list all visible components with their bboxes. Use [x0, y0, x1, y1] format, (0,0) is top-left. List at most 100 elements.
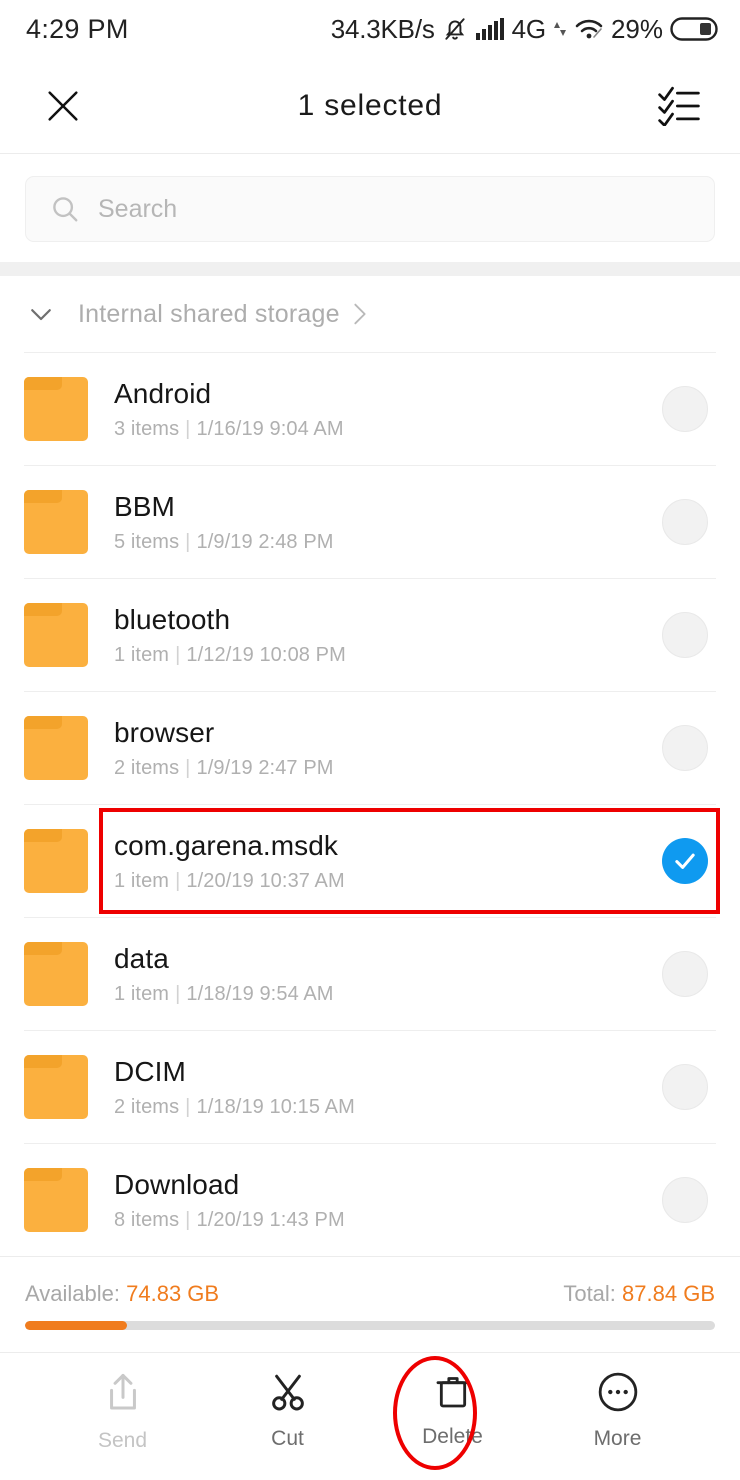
folder-icon	[24, 829, 88, 893]
folder-icon	[24, 490, 88, 554]
checkbox-unchecked[interactable]	[662, 1064, 708, 1110]
search-input[interactable]: Search	[98, 195, 177, 224]
file-name: BBM	[114, 490, 175, 522]
search-area: Search	[0, 154, 740, 262]
file-row[interactable]: data 1 item | 1/18/19 9:54 AM	[0, 918, 740, 1030]
breadcrumb-label: Internal shared storage	[78, 299, 340, 328]
file-date: 1/12/19 10:08 PM	[186, 644, 346, 667]
available-label: Available:	[25, 1281, 120, 1306]
toolbar-button-cut[interactable]: Cut	[223, 1353, 353, 1451]
action-toolbar: Send Cut Delete More	[0, 1352, 740, 1480]
checkbox-checked[interactable]	[662, 838, 708, 884]
section-divider-band	[0, 262, 740, 276]
total-value: 87.84 GB	[622, 1281, 715, 1306]
toolbar-button-label: More	[593, 1427, 642, 1450]
file-row[interactable]: BBM 5 items | 1/9/19 2:48 PM	[0, 466, 740, 578]
checkbox-unchecked[interactable]	[662, 1177, 708, 1223]
file-item-count: 1 item	[114, 983, 170, 1006]
file-subtitle: 3 items | 1/16/19 9:04 AM	[114, 418, 662, 441]
file-info: DCIM 2 items | 1/18/19 10:15 AM	[114, 1055, 662, 1120]
file-item-count: 3 items	[114, 418, 180, 441]
folder-icon	[24, 377, 88, 441]
toolbar-button-send: Send	[58, 1353, 188, 1453]
breadcrumb[interactable]: Internal shared storage	[0, 276, 740, 352]
battery-icon	[670, 15, 718, 43]
file-sub-separator: |	[175, 983, 181, 1006]
checkbox-unchecked[interactable]	[662, 499, 708, 545]
available-value: 74.83 GB	[126, 1281, 220, 1306]
file-date: 1/9/19 2:47 PM	[196, 757, 334, 780]
search-bar[interactable]: Search	[25, 176, 715, 242]
network-type-label: 4G	[511, 13, 546, 44]
file-info: BBM 5 items | 1/9/19 2:48 PM	[114, 490, 662, 555]
checkbox-unchecked[interactable]	[662, 386, 708, 432]
file-item-count: 8 items	[114, 1209, 180, 1232]
chevron-down-icon[interactable]	[26, 299, 56, 329]
file-info: com.garena.msdk 1 item | 1/20/19 10:37 AM	[114, 829, 662, 894]
breadcrumb-item-internal-storage[interactable]: Internal shared storage	[78, 300, 370, 329]
file-name: browser	[114, 716, 215, 748]
total-label: Total:	[563, 1281, 616, 1306]
file-subtitle: 8 items | 1/20/19 1:43 PM	[114, 1209, 662, 1232]
status-time: 4:29 PM	[26, 13, 129, 44]
file-sub-separator: |	[185, 531, 191, 554]
file-name: Android	[114, 377, 212, 409]
folder-icon	[24, 1168, 88, 1232]
more-ellipsis-icon	[597, 1371, 639, 1413]
app-header: 1 selected	[0, 58, 740, 154]
file-subtitle: 2 items | 1/9/19 2:47 PM	[114, 757, 662, 780]
file-sub-separator: |	[175, 870, 181, 893]
total-storage: Total: 87.84 GB	[563, 1281, 715, 1307]
checkbox-unchecked[interactable]	[662, 612, 708, 658]
file-row[interactable]: com.garena.msdk 1 item | 1/20/19 10:37 AM	[0, 805, 740, 917]
toolbar-button-label: Delete	[422, 1425, 483, 1448]
file-sub-separator: |	[185, 418, 191, 441]
file-subtitle: 5 items | 1/9/19 2:48 PM	[114, 531, 662, 554]
status-indicators: 34.3KB/s 4G 29%	[331, 14, 718, 45]
file-sub-separator: |	[175, 644, 181, 667]
close-button[interactable]	[36, 79, 90, 133]
file-item-count: 2 items	[114, 1096, 180, 1119]
file-row[interactable]: Download 8 items | 1/20/19 1:43 PM	[0, 1144, 740, 1256]
bell-muted-icon	[442, 16, 468, 42]
checkbox-unchecked[interactable]	[662, 951, 708, 997]
file-row[interactable]: Android 3 items | 1/16/19 9:04 AM	[0, 353, 740, 465]
chevron-right-icon	[350, 300, 370, 328]
file-name: DCIM	[114, 1055, 186, 1087]
storage-progress-fill	[25, 1321, 128, 1330]
file-subtitle: 1 item | 1/20/19 10:37 AM	[114, 870, 662, 893]
select-all-button[interactable]	[652, 79, 706, 133]
file-row[interactable]: DCIM 2 items | 1/18/19 10:15 AM	[0, 1031, 740, 1143]
toolbar-button-more[interactable]: More	[553, 1353, 683, 1451]
page-title: 1 selected	[297, 88, 443, 122]
file-info: data 1 item | 1/18/19 9:54 AM	[114, 942, 662, 1007]
file-date: 1/16/19 9:04 AM	[196, 418, 344, 441]
folder-icon	[24, 1055, 88, 1119]
select-all-checklist-icon	[658, 86, 700, 126]
file-info: browser 2 items | 1/9/19 2:47 PM	[114, 716, 662, 781]
file-row[interactable]: browser 2 items | 1/9/19 2:47 PM	[0, 692, 740, 804]
file-info: Download 8 items | 1/20/19 1:43 PM	[114, 1168, 662, 1233]
file-item-count: 5 items	[114, 531, 180, 554]
file-name: com.garena.msdk	[114, 829, 339, 861]
toolbar-button-delete[interactable]: Delete	[388, 1353, 518, 1449]
available-storage: Available: 74.83 GB	[25, 1281, 219, 1307]
file-row[interactable]: bluetooth 1 item | 1/12/19 10:08 PM	[0, 579, 740, 691]
storage-summary: Available: 74.83 GB Total: 87.84 GB	[0, 1256, 740, 1330]
folder-icon	[24, 942, 88, 1006]
file-subtitle: 1 item | 1/12/19 10:08 PM	[114, 644, 662, 667]
file-name: data	[114, 942, 169, 974]
storage-progress-track	[25, 1321, 715, 1330]
file-date: 1/18/19 10:15 AM	[196, 1096, 355, 1119]
status-bar: 4:29 PM 34.3KB/s 4G 29%	[0, 0, 740, 58]
file-info: Android 3 items | 1/16/19 9:04 AM	[114, 377, 662, 442]
file-item-count: 1 item	[114, 870, 170, 893]
file-date: 1/20/19 10:37 AM	[186, 870, 345, 893]
file-info: bluetooth 1 item | 1/12/19 10:08 PM	[114, 603, 662, 668]
checkbox-unchecked[interactable]	[662, 725, 708, 771]
file-subtitle: 1 item | 1/18/19 9:54 AM	[114, 983, 662, 1006]
network-speed-label: 34.3KB/s	[330, 13, 435, 44]
wifi-icon	[574, 17, 604, 41]
file-item-count: 1 item	[114, 644, 170, 667]
close-icon	[43, 86, 83, 126]
